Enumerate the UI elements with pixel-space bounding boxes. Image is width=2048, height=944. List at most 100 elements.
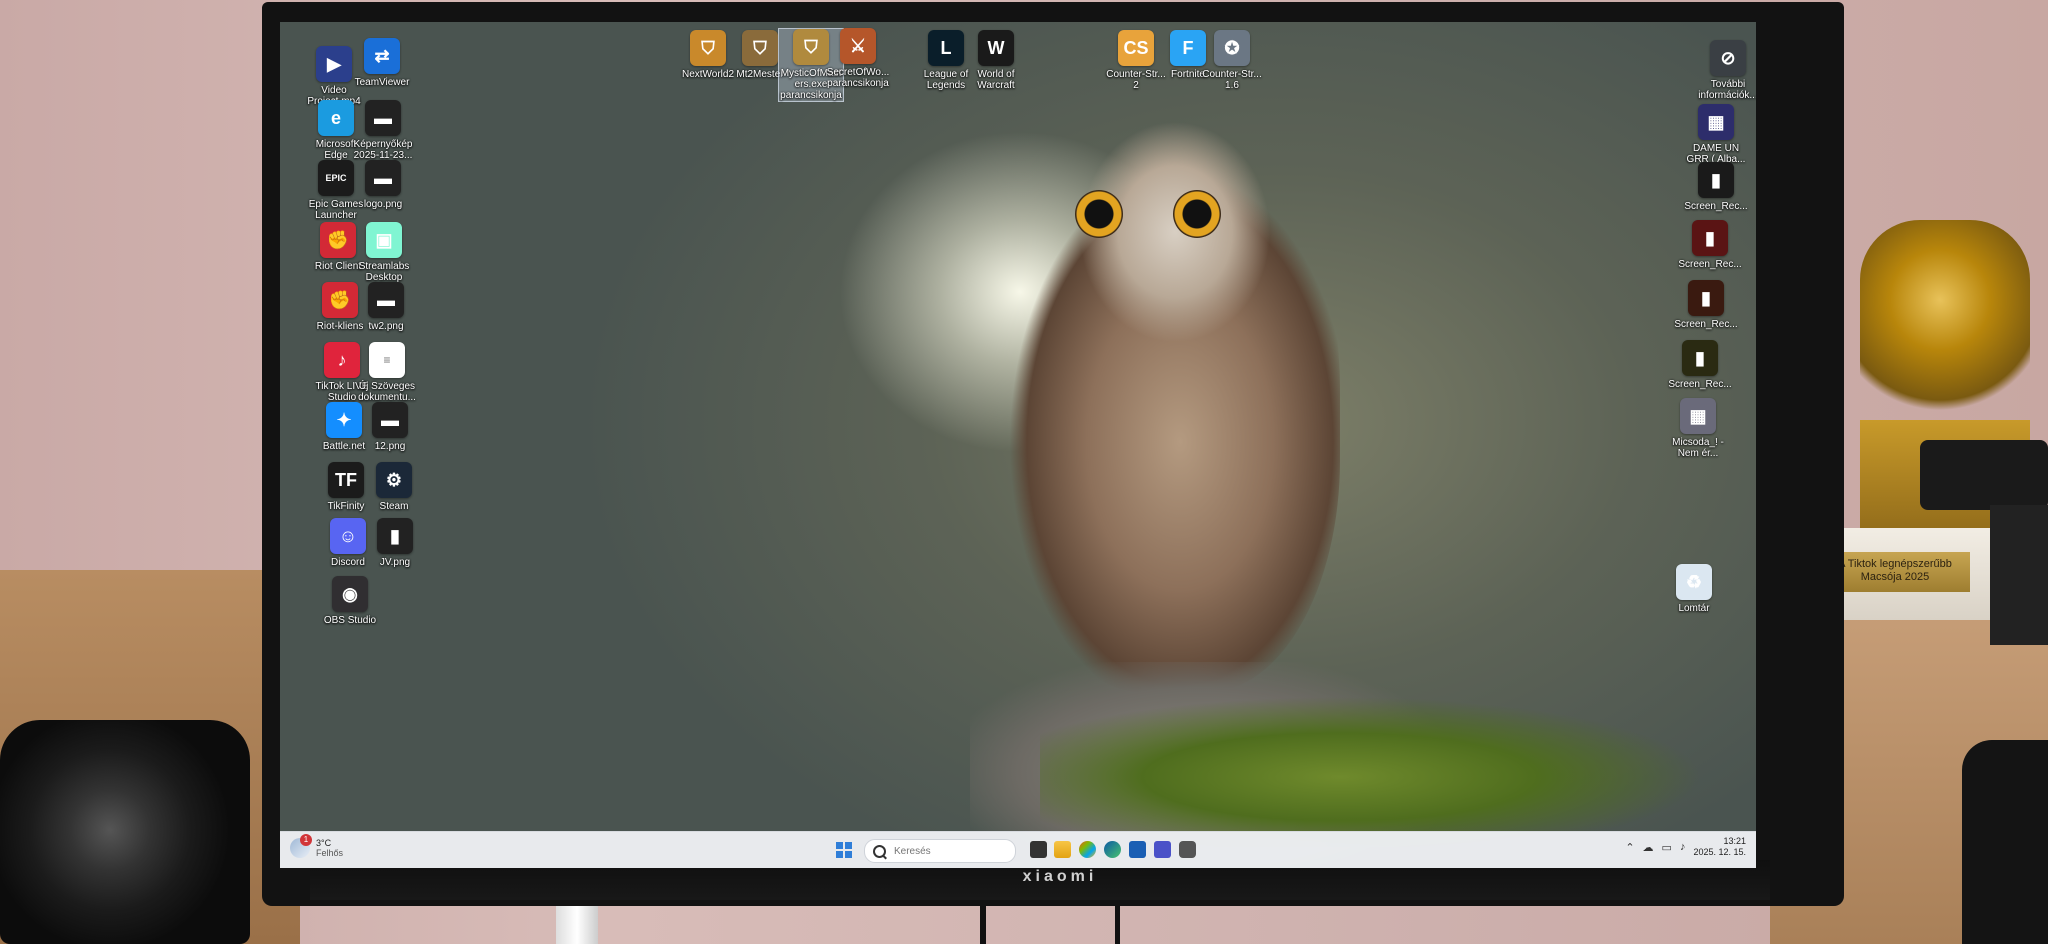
desktop-icon-label: Screen_Rec... (1668, 379, 1732, 390)
micsoda-icon[interactable]: ▦ Micsoda_! -Nem ér... (1666, 398, 1730, 459)
screen-rec-2-glyph-icon: ▮ (1692, 220, 1728, 256)
kepernyokep-icon[interactable]: ▬ Képernyőkép 2025-11-23... (351, 100, 415, 161)
steam-glyph-icon: ⚙ (376, 462, 412, 498)
tw2-png-glyph-icon: ▬ (368, 282, 404, 318)
tovabbi-informaciok-glyph-icon: ⊘ (1710, 40, 1746, 76)
desktop-icon-label: SecretOfWo... parancsikonja (826, 67, 890, 89)
windows-logo-tile (845, 851, 852, 858)
desktop-icon-label: JV.png (379, 557, 411, 568)
search-input[interactable] (892, 844, 1006, 858)
weather-condition: Felhős (316, 848, 344, 858)
search-icon (873, 844, 886, 858)
screen-rec-4-icon[interactable]: ▮ Screen_Rec... (1668, 340, 1732, 390)
screen-rec-1-icon[interactable]: ▮ Screen_Rec... (1684, 162, 1748, 212)
steam-icon[interactable]: ⚙ Steam (362, 462, 426, 512)
desktop-icon-label: Képernyőkép 2025-11-23... (353, 139, 413, 161)
lomtar-icon[interactable]: ♻ Lomtár (1662, 564, 1726, 614)
network-icon[interactable]: ▭ (1662, 841, 1672, 854)
desktop-icon-label: Új Szöveges dokumentu... (358, 381, 416, 403)
tw2-png-icon[interactable]: ▬ tw2.png (354, 282, 418, 332)
riot-kliens-glyph-icon: ✊ (322, 282, 358, 318)
lomtar-glyph-icon: ♻ (1676, 564, 1712, 600)
dame-un-grr-icon[interactable]: ▦ DAME UN GRR ( Alba... (1684, 104, 1748, 165)
copilot-icon[interactable] (1079, 841, 1096, 858)
desktop-icon-label: logo.png (363, 199, 403, 210)
desktop-screen: ▶Video Project.mp4⇄TeamViewereMicrosoft … (280, 22, 1756, 868)
app-taskbar-icon[interactable] (1154, 841, 1171, 858)
system-tray: ⌃ ☁ ▭ ♪ 13:21 2025. 12. 15. (1625, 836, 1746, 858)
wallpaper-owl (1010, 112, 1340, 692)
counter-strike-16-glyph-icon: ✪ (1214, 30, 1250, 66)
tovabbi-informaciok-icon[interactable]: ⊘ További információk... (1696, 40, 1756, 101)
jv-png-icon[interactable]: ▮ JV.png (363, 518, 427, 568)
owl-right-eye (1173, 190, 1221, 238)
start-button[interactable] (836, 842, 852, 858)
wallpaper-moss (1040, 687, 1756, 847)
discord-glyph-icon: ☺ (330, 518, 366, 554)
uj-szoveges-icon[interactable]: ≡ Új Szöveges dokumentu... (355, 342, 419, 403)
dame-un-grr-glyph-icon: ▦ (1698, 104, 1734, 140)
monitor-brand-logo: xiaomi (1022, 868, 1098, 885)
screen-rec-2-icon[interactable]: ▮ Screen_Rec... (1678, 220, 1742, 270)
logo-png-icon[interactable]: ▬ logo.png (351, 160, 415, 210)
edge-taskbar-icon[interactable] (1104, 841, 1121, 858)
teamviewer-glyph-icon: ⇄ (364, 38, 400, 74)
desktop-icon-label: World of Warcraft (977, 69, 1015, 91)
obs-studio-glyph-icon: ◉ (332, 576, 368, 612)
12-png-icon[interactable]: ▬ 12.png (358, 402, 422, 452)
screen-rec-1-glyph-icon: ▮ (1698, 162, 1734, 198)
logo-png-glyph-icon: ▬ (365, 160, 401, 196)
riot-client-glyph-icon: ✊ (320, 222, 356, 258)
taskbar-search[interactable] (864, 839, 1016, 863)
mt2mester-glyph-icon: ⛉ (742, 30, 778, 66)
webcam-stand (1990, 505, 2048, 645)
counter-strike-2-glyph-icon: CS (1118, 30, 1154, 66)
windows-logo-tile (836, 842, 843, 849)
volume-icon[interactable]: ♪ (1680, 841, 1686, 853)
desktop-icon-label: Counter-Str... 1.6 (1202, 69, 1262, 91)
counter-strike-16-icon[interactable]: ✪ Counter-Str... 1.6 (1200, 30, 1264, 91)
streamlabs-icon[interactable]: ▣ Streamlabs Desktop (352, 222, 416, 283)
world-of-warcraft-icon[interactable]: W World of Warcraft (964, 30, 1028, 91)
desktop-icon-label: tw2.png (368, 321, 404, 332)
secretofwo-glyph-icon: ⚔ (840, 28, 876, 64)
obs-studio-icon[interactable]: ◉ OBS Studio (318, 576, 382, 626)
teamviewer-icon[interactable]: ⇄ TeamViewer (350, 38, 414, 88)
screen-rec-3-glyph-icon: ▮ (1688, 280, 1724, 316)
desktop-icon-label: Screen_Rec... (1678, 259, 1742, 270)
desktop-icon-label: 12.png (374, 441, 406, 452)
uj-szoveges-glyph-icon: ≡ (369, 342, 405, 378)
weather-temperature: 3°C (316, 838, 332, 848)
12-png-glyph-icon: ▬ (372, 402, 408, 438)
microsoft-edge-glyph-icon: e (318, 100, 354, 136)
chevron-up-icon[interactable]: ⌃ (1625, 841, 1634, 854)
world-of-warcraft-glyph-icon: W (978, 30, 1014, 66)
file-explorer-icon[interactable] (1054, 841, 1071, 858)
jv-png-glyph-icon: ▮ (377, 518, 413, 554)
desktop-icon-label: Steam (379, 501, 409, 512)
clock-date: 2025. 12. 15. (1693, 847, 1746, 857)
tikfinity-glyph-icon: TF (328, 462, 364, 498)
microsoft-store-icon[interactable] (1129, 841, 1146, 858)
weather-widget[interactable]: 1 3°C Felhős (290, 834, 344, 858)
desktop-icon-label: Screen_Rec... (1684, 201, 1748, 212)
epic-games-glyph-icon: EPIC (318, 160, 354, 196)
desktop-icon-label: Streamlabs Desktop (358, 261, 410, 283)
task-view-icon[interactable] (1030, 841, 1047, 858)
owl-left-eye (1075, 190, 1123, 238)
notification-badge: 1 (300, 834, 312, 846)
battlenet-glyph-icon: ✦ (326, 402, 362, 438)
screen-rec-4-glyph-icon: ▮ (1682, 340, 1718, 376)
desktop-icon-label: További információk... (1698, 79, 1756, 101)
left-speaker (0, 720, 250, 944)
desktop-icon-label: Micsoda_! -Nem ér... (1672, 437, 1724, 459)
right-speaker (1962, 740, 2048, 944)
screen-rec-3-icon[interactable]: ▮ Screen_Rec... (1674, 280, 1738, 330)
video-project-glyph-icon: ▶ (316, 46, 352, 82)
clock[interactable]: 13:21 2025. 12. 15. (1693, 836, 1746, 858)
onedrive-icon[interactable]: ☁ (1643, 841, 1654, 854)
camera-icon[interactable] (1179, 841, 1196, 858)
windows-logo-tile (845, 842, 852, 849)
nextworld2-glyph-icon: ⛉ (690, 30, 726, 66)
secretofwo-icon[interactable]: ⚔ SecretOfWo... parancsikonja (826, 28, 890, 89)
